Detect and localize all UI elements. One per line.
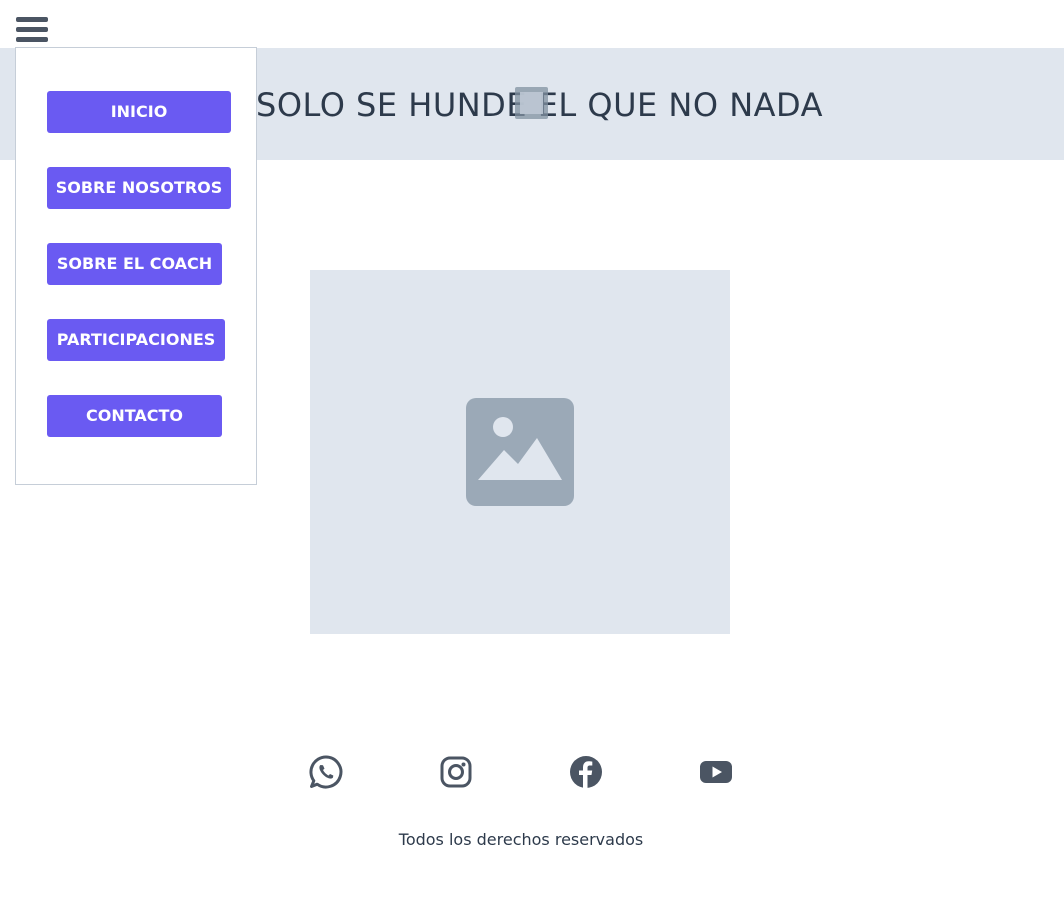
footer-copyright: Todos los derechos reservados bbox=[398, 830, 644, 849]
broken-image-icon bbox=[515, 87, 548, 119]
hamburger-bar bbox=[16, 17, 48, 22]
facebook-icon[interactable] bbox=[568, 754, 604, 790]
image-placeholder-icon bbox=[466, 398, 574, 506]
menu-item-inicio[interactable]: INICIO bbox=[47, 91, 231, 133]
menu-item-sobre-nosotros[interactable]: SOBRE NOSOTROS bbox=[47, 167, 231, 209]
youtube-icon[interactable] bbox=[698, 754, 734, 790]
menu-item-participaciones[interactable]: PARTICIPACIONES bbox=[47, 319, 225, 361]
nav-menu-panel: INICIO SOBRE NOSOTROS SOBRE EL COACH PAR… bbox=[15, 47, 257, 485]
hamburger-bar bbox=[16, 27, 48, 32]
hamburger-menu-icon[interactable] bbox=[16, 17, 48, 45]
menu-item-sobre-el-coach[interactable]: SOBRE EL COACH bbox=[47, 243, 222, 285]
menu-item-contacto[interactable]: CONTACTO bbox=[47, 395, 222, 437]
hamburger-bar bbox=[16, 37, 48, 42]
instagram-icon[interactable] bbox=[438, 754, 474, 790]
main-image-placeholder bbox=[310, 270, 730, 634]
whatsapp-icon[interactable] bbox=[308, 754, 344, 790]
